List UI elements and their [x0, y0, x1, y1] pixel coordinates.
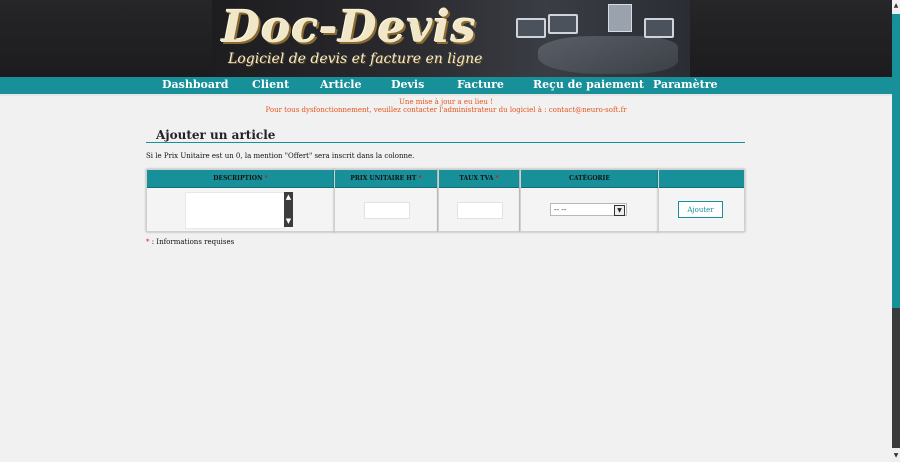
nav-item-facture[interactable]: Facture [457, 78, 504, 91]
column-header-categorie: CATÉGORIE [521, 170, 658, 188]
nav-item-article[interactable]: Article [320, 78, 361, 91]
column-header-label: PRIX UNITAIRE HT [350, 175, 417, 182]
title-divider [146, 142, 745, 143]
column-description: DESCRIPTION * ▲ ▼ [146, 169, 335, 232]
scrollbar-thumb[interactable] [892, 14, 900, 308]
nav-item-client[interactable]: Client [252, 78, 289, 91]
column-header-prix: PRIX UNITAIRE HT * [335, 170, 437, 188]
scrollbar-track[interactable] [892, 308, 900, 448]
map-decoration [538, 36, 678, 74]
nav-item-dashboard[interactable]: Dashboard [162, 78, 229, 91]
chevron-down-icon[interactable]: ▼ [614, 205, 625, 216]
column-header-label: TAUX TVA [459, 175, 494, 182]
column-header-tva: TAUX TVA * [439, 170, 519, 188]
required-marker: * [495, 175, 499, 182]
article-form-table: DESCRIPTION * ▲ ▼ PRIX UNITAIRE HT * TAU… [146, 169, 745, 232]
chevron-up-icon[interactable]: ▲ [892, 0, 900, 12]
textarea-scrollbar[interactable]: ▲ ▼ [284, 192, 293, 227]
chevron-down-icon[interactable]: ▼ [284, 217, 293, 226]
required-marker: * [418, 175, 422, 182]
required-legend-text: : Informations requises [149, 238, 235, 246]
column-header-action [659, 170, 744, 188]
page-title: Ajouter un article [156, 128, 276, 142]
monitor-icon [548, 14, 578, 34]
window-scrollbar[interactable]: ▲ ▼ [892, 0, 900, 462]
column-header-description: DESCRIPTION * [147, 170, 334, 188]
app-logo-subtitle: Logiciel de devis et facture en ligne [228, 51, 483, 67]
header-banner: Doc-Devis Logiciel de devis et facture e… [0, 0, 892, 77]
column-categorie: CATÉGORIE -- -- ▼ [520, 169, 659, 232]
contact-notice: Pour tous dysfonctionnement, veuillez co… [265, 106, 627, 114]
monitor-icon [644, 18, 674, 38]
monitor-icon [516, 18, 546, 38]
add-article-button[interactable]: Ajouter [678, 201, 723, 218]
required-legend: * : Informations requises [146, 238, 234, 246]
column-taux-tva: TAUX TVA * [438, 169, 520, 232]
update-notice: Une mise à jour a eu lieu ! [399, 98, 493, 106]
categorie-select[interactable]: -- -- ▼ [550, 203, 627, 216]
chevron-up-icon[interactable]: ▲ [284, 193, 293, 202]
taux-tva-input[interactable] [457, 202, 503, 219]
chevron-down-icon[interactable]: ▼ [892, 450, 900, 462]
server-icon [608, 4, 632, 32]
column-action: Ajouter [658, 169, 745, 232]
description-textarea[interactable] [185, 192, 285, 229]
column-header-label: CATÉGORIE [569, 175, 610, 182]
column-prix-unitaire: PRIX UNITAIRE HT * [334, 169, 438, 232]
info-text: Si le Prix Unitaire est un 0, la mention… [146, 152, 415, 160]
nav-item-parametre[interactable]: Paramètre [653, 78, 718, 91]
select-value: -- -- [554, 206, 567, 214]
nav-item-devis[interactable]: Devis [391, 78, 424, 91]
prix-unitaire-input[interactable] [364, 202, 410, 219]
nav-item-recu-paiement[interactable]: Reçu de paiement [533, 78, 644, 91]
main-nav: Dashboard Client Article Devis Facture R… [0, 77, 892, 96]
column-header-label: DESCRIPTION [213, 175, 263, 182]
required-marker: * [264, 175, 268, 182]
app-logo-title: Doc-Devis [222, 2, 477, 53]
